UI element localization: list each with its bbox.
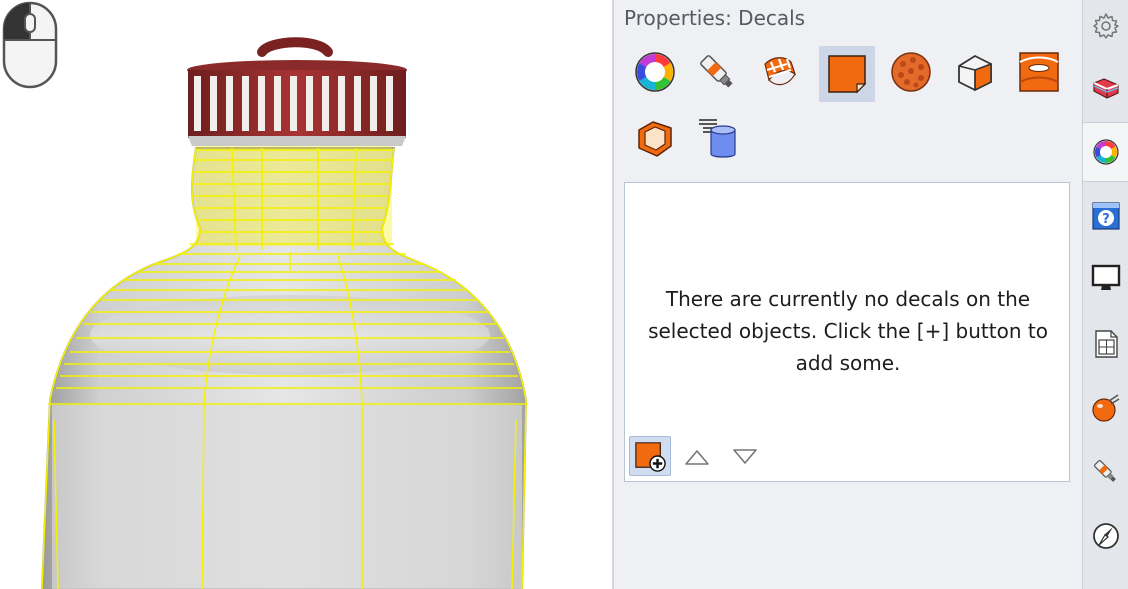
help-icon: ? [1092,202,1120,230]
cylinder-list-icon[interactable] [691,112,743,164]
page-layout-icon [1095,330,1118,358]
rounded-box-icon[interactable] [949,46,1001,98]
ball-with-light-icon [1092,394,1120,422]
svg-text:?: ? [1102,212,1110,227]
properties-panel: Properties: Decals There are currently n… [614,0,1082,589]
add-decal-button[interactable] [629,436,671,476]
panel-title: Properties: Decals [624,6,806,30]
mapping-panel-icon[interactable] [1013,46,1065,98]
tab-navigation[interactable] [1086,514,1126,558]
material-color-icon [1093,139,1119,165]
move-down-icon[interactable] [731,447,759,467]
color-wheel-icon[interactable] [629,46,681,98]
tab-paint[interactable] [1086,450,1126,494]
tab-help[interactable]: ? [1086,194,1126,238]
3d-viewport[interactable] [0,0,612,589]
move-up-icon[interactable] [683,447,711,467]
gear-icon [1093,13,1119,39]
mouse-left-click-icon [2,1,58,89]
checker-ribbon-icon[interactable] [753,46,805,98]
decals-icon[interactable] [819,46,875,102]
empty-decals-message: There are currently no decals on the sel… [648,287,1048,375]
tab-rendering[interactable] [1086,386,1126,430]
bottle-render [40,37,528,589]
tab-material[interactable] [1082,122,1128,182]
tab-settings[interactable] [1086,4,1126,48]
tab-page-layout[interactable] [1086,322,1126,366]
box-wireframe-icon[interactable] [629,112,681,164]
tab-display[interactable] [1086,256,1126,300]
decal-list[interactable]: There are currently no decals on the sel… [624,182,1070,482]
paint-tube-icon[interactable] [691,46,743,98]
paint-brush-icon [1094,460,1116,482]
bumpy-sphere-icon[interactable] [885,46,937,98]
compass-icon [1093,523,1119,549]
side-tab-bar: ? [1082,0,1128,589]
layers-icon [1093,78,1119,99]
add-decal-icon [635,442,666,472]
display-icon [1091,264,1121,290]
tab-layers[interactable] [1086,64,1126,108]
